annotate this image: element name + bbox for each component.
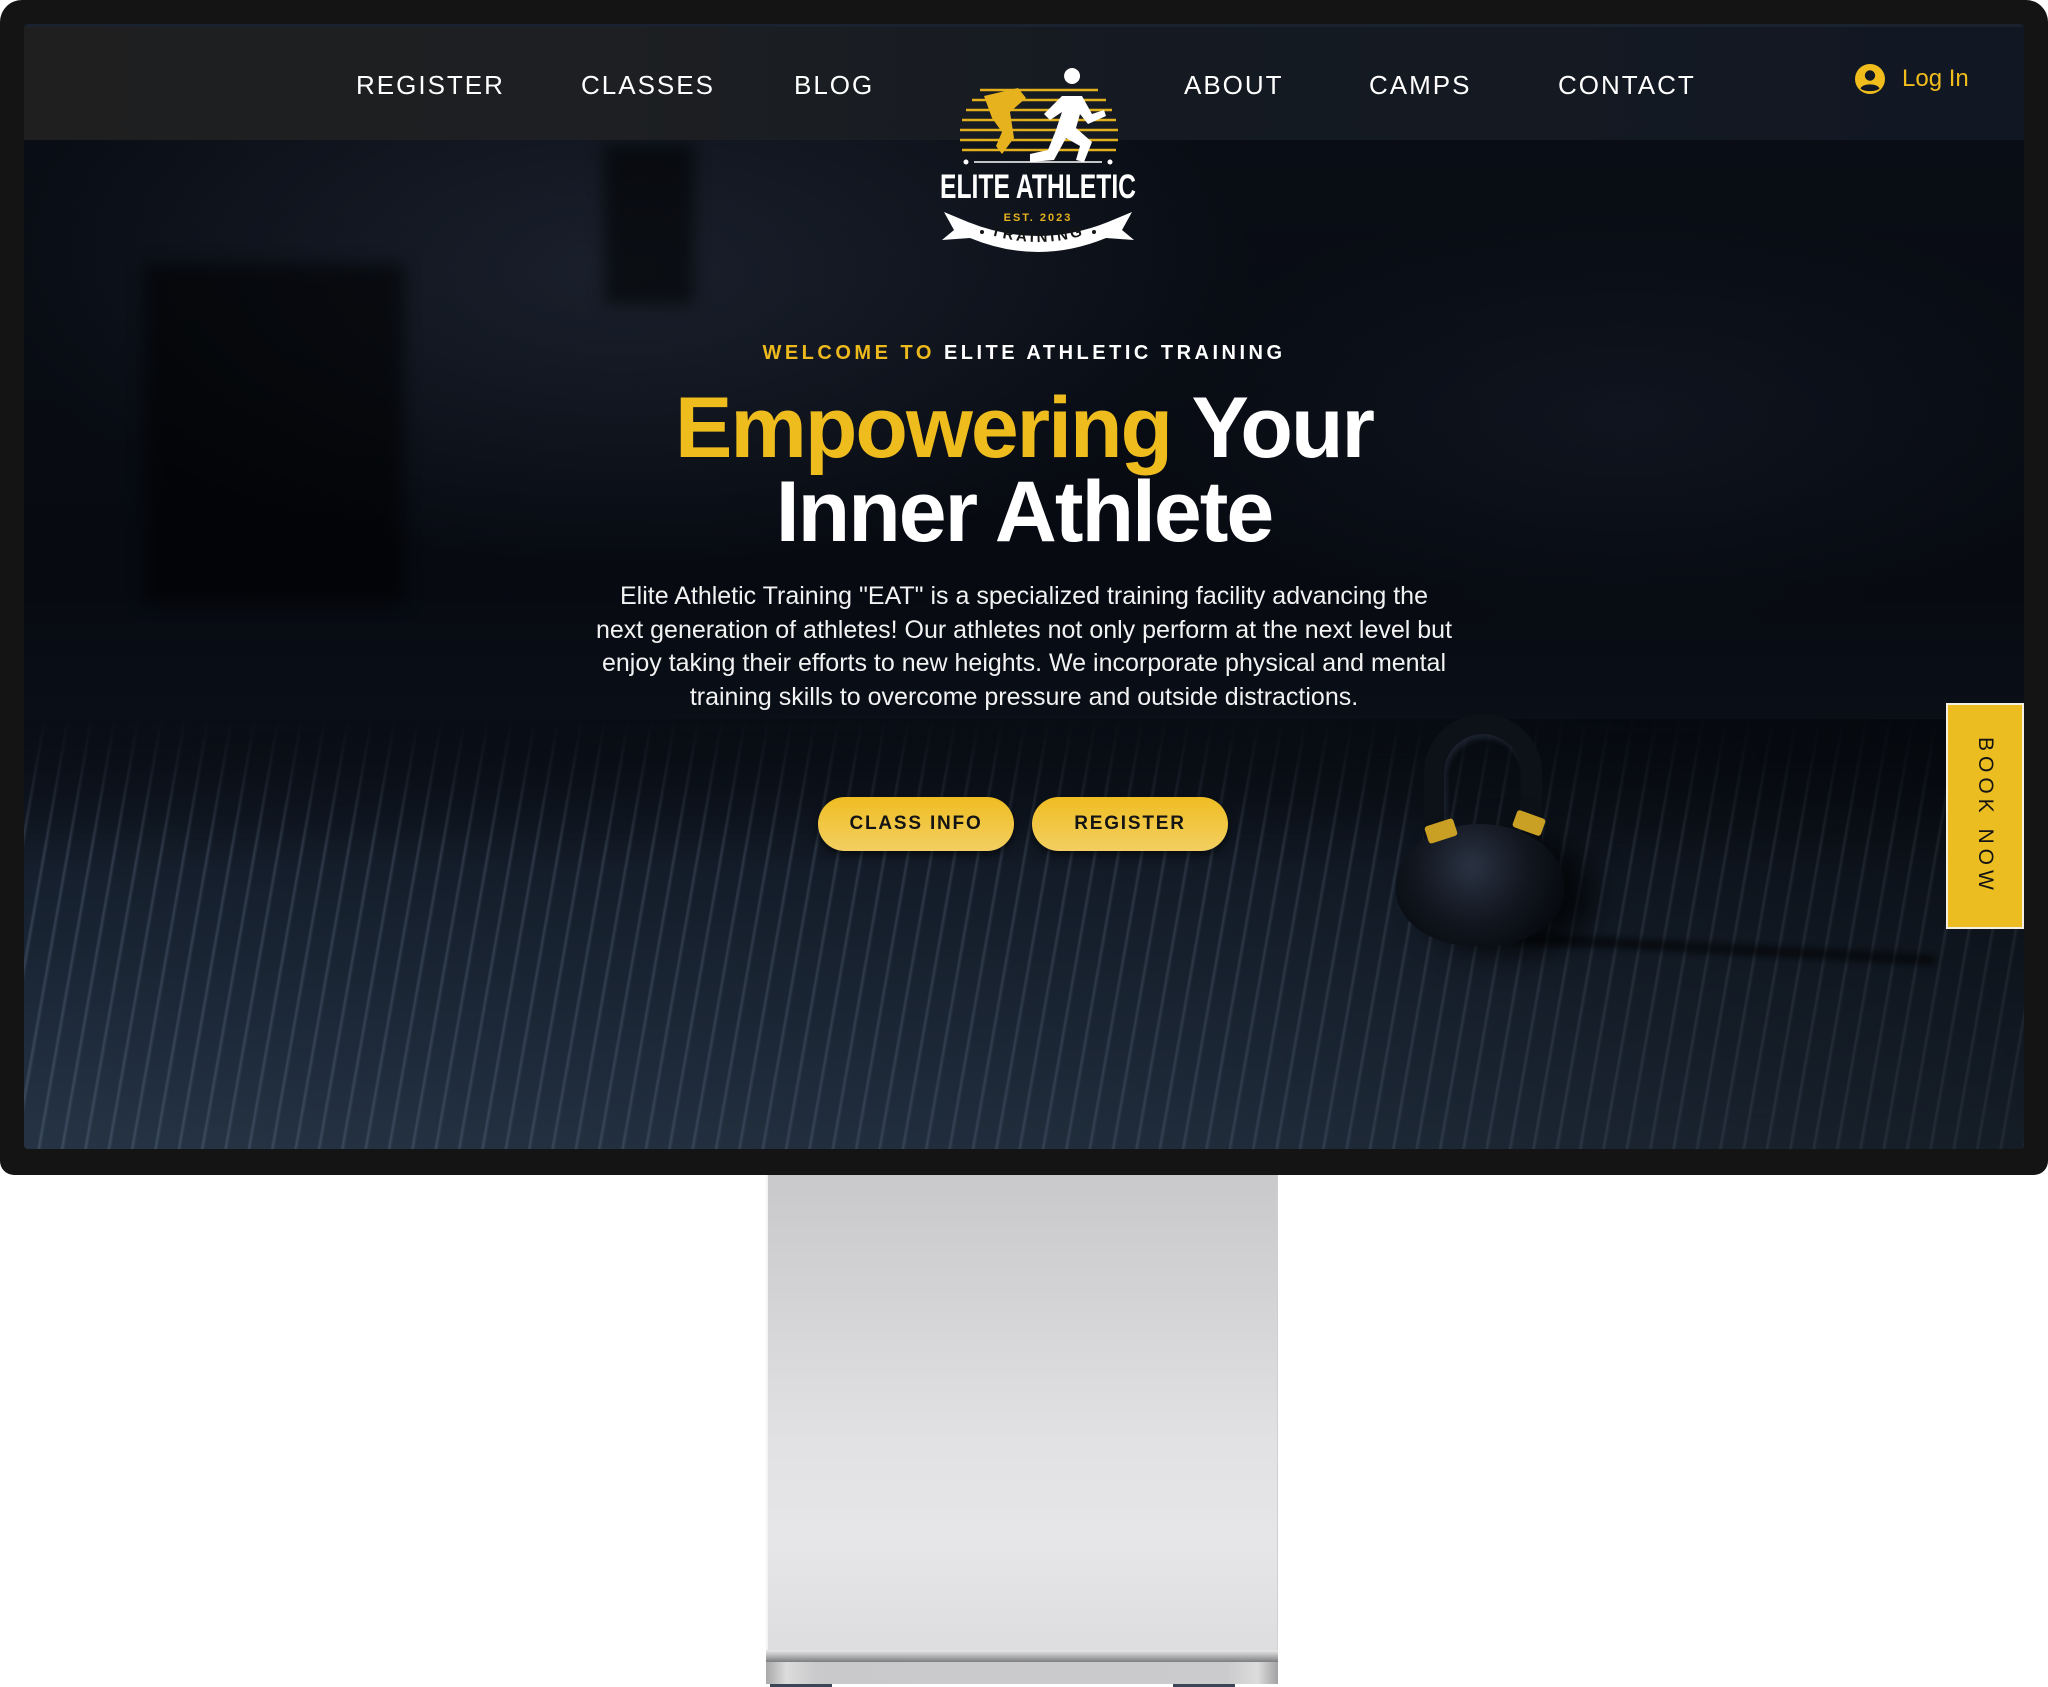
monitor-bezel: REGISTER CLASSES BLOG ABOUT CAMPS CONTAC… (0, 0, 2048, 1175)
kettlebell-body (1396, 824, 1564, 946)
background-equipment-shape (604, 144, 694, 304)
user-circle-icon (1855, 64, 1885, 94)
book-now-tab[interactable]: BOOK NOW (1946, 703, 2024, 929)
hero-floor-shade (24, 719, 2024, 1149)
eyebrow-accent: WELCOME TO (762, 342, 935, 364)
book-now-label: BOOK NOW (1974, 737, 1997, 895)
kettlebell-image (1396, 714, 1936, 965)
monitor-stand-lip (766, 1650, 1278, 1662)
hero-headline: Empowering Your Inner Athlete (24, 385, 2024, 555)
headline-line2: Inner Athlete (775, 464, 1274, 560)
login-label: Log In (1902, 65, 1969, 92)
hero-description: Elite Athletic Training "EAT" is a speci… (595, 582, 1453, 711)
monitor-stand (766, 1175, 1278, 1665)
hero-eyebrow: WELCOME TO ELITE ATHLETIC TRAINING (24, 342, 2024, 365)
nav-link-contact[interactable]: CONTACT (1558, 70, 1696, 101)
headline-line1-rest: Your (1191, 380, 1375, 476)
website-screen: REGISTER CLASSES BLOG ABOUT CAMPS CONTAC… (24, 24, 2024, 1149)
nav-link-classes[interactable]: CLASSES (581, 70, 715, 101)
nav-link-camps[interactable]: CAMPS (1369, 70, 1471, 101)
nav-link-about[interactable]: ABOUT (1184, 70, 1284, 101)
nav-link-blog[interactable]: BLOG (794, 70, 874, 101)
nav-link-register[interactable]: REGISTER (356, 70, 505, 101)
headline-accent: Empowering (675, 380, 1173, 476)
logo-established: EST. 2023 (1004, 212, 1073, 224)
eyebrow-rest: ELITE ATHLETIC TRAINING (943, 342, 1286, 364)
logo-name-line1: ELITE ATHLETIC (940, 168, 1136, 206)
register-button[interactable]: REGISTER (1032, 797, 1228, 851)
class-info-button[interactable]: CLASS INFO (818, 797, 1014, 851)
elite-athletic-logo[interactable]: ELITE ATHLETIC EST. 2023 TRAINING (922, 62, 1154, 258)
logo-emblem: ELITE ATHLETIC EST. 2023 TRAINING (940, 68, 1136, 252)
login-button[interactable]: Log In (1854, 63, 1969, 95)
monitor-stand-base (766, 1662, 1278, 1684)
runner-silhouette-icon (1030, 68, 1106, 162)
